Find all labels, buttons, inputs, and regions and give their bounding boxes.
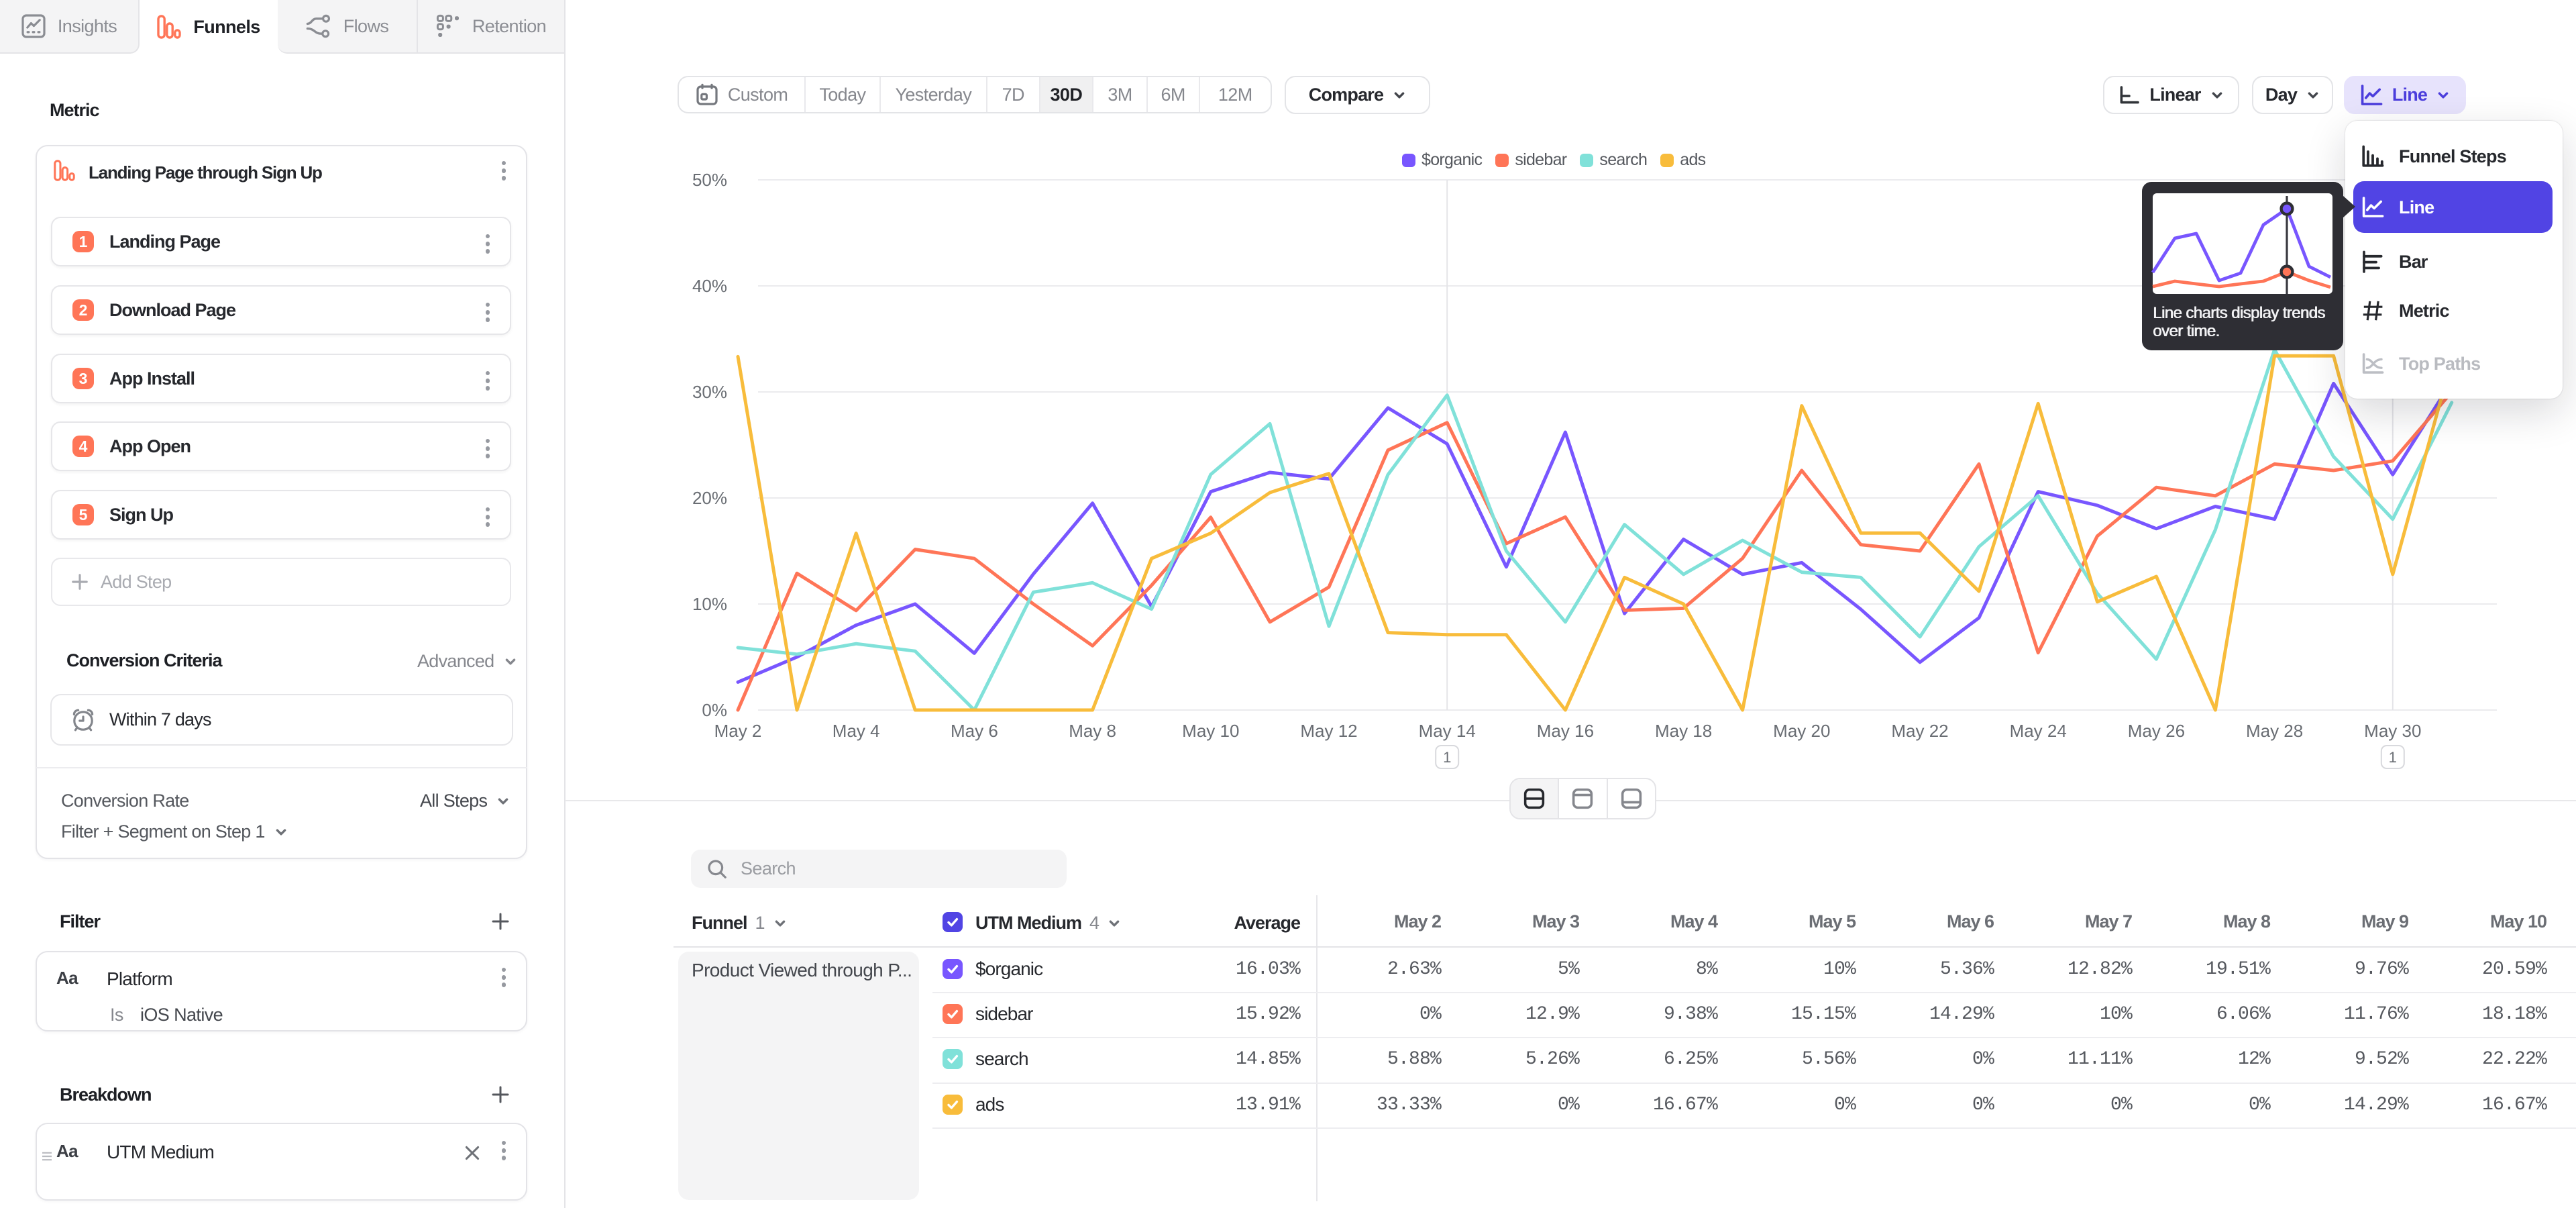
svg-text:10%: 10% bbox=[692, 594, 727, 614]
svg-text:May 18: May 18 bbox=[1655, 721, 1712, 741]
svg-text:May 10: May 10 bbox=[1182, 721, 1239, 741]
svg-text:May 24: May 24 bbox=[2010, 721, 2067, 741]
svg-text:May 6: May 6 bbox=[951, 721, 998, 741]
svg-text:0%: 0% bbox=[702, 700, 727, 720]
svg-text:May 20: May 20 bbox=[1773, 721, 1830, 741]
svg-text:May 12: May 12 bbox=[1300, 721, 1357, 741]
svg-text:May 4: May 4 bbox=[833, 721, 880, 741]
svg-text:50%: 50% bbox=[692, 170, 727, 190]
svg-text:20%: 20% bbox=[692, 488, 727, 508]
svg-text:30%: 30% bbox=[692, 382, 727, 402]
svg-text:May 16: May 16 bbox=[1537, 721, 1594, 741]
svg-text:40%: 40% bbox=[692, 276, 727, 296]
svg-text:May 30: May 30 bbox=[2364, 721, 2421, 741]
svg-text:May 2: May 2 bbox=[714, 721, 762, 741]
svg-text:May 14: May 14 bbox=[1419, 721, 1476, 741]
svg-text:May 26: May 26 bbox=[2128, 721, 2185, 741]
svg-text:May 8: May 8 bbox=[1069, 721, 1116, 741]
svg-text:May 22: May 22 bbox=[1891, 721, 1948, 741]
svg-text:1: 1 bbox=[1443, 749, 1451, 766]
svg-text:May 28: May 28 bbox=[2246, 721, 2303, 741]
svg-text:1: 1 bbox=[2389, 749, 2397, 766]
